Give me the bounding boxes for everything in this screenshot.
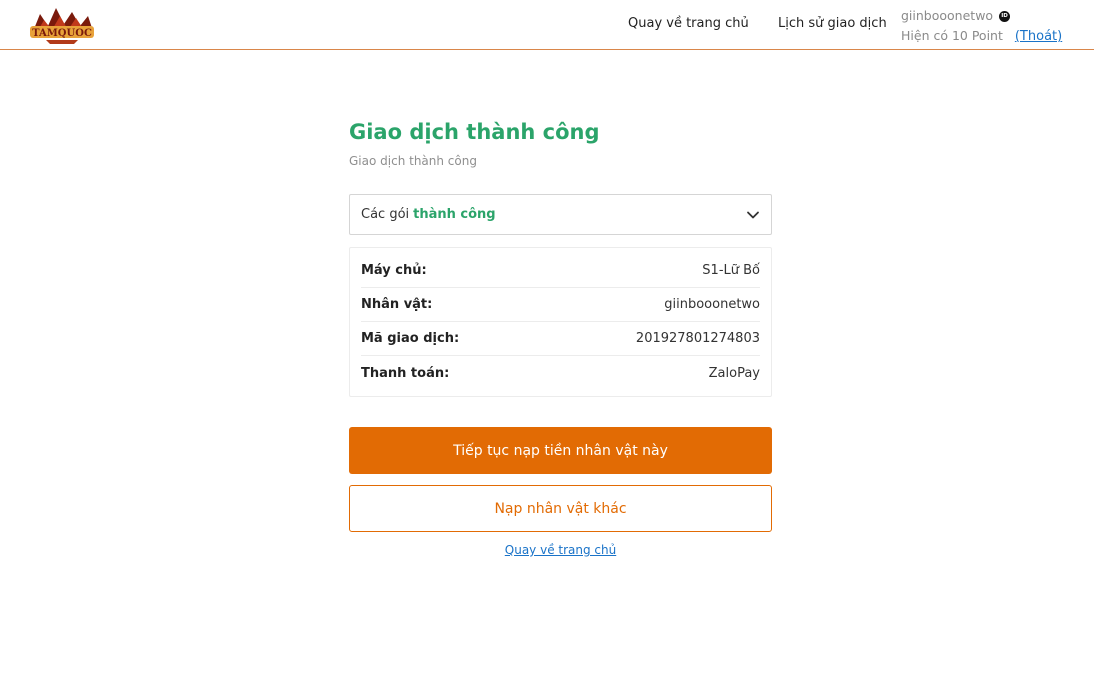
page-title: Giao dịch thành công <box>349 120 600 144</box>
detail-row-payment: Thanh toán: ZaloPay <box>361 356 760 390</box>
id-badge-icon[interactable]: ID <box>999 10 1011 22</box>
chevron-down-icon <box>747 211 759 219</box>
detail-label: Thanh toán: <box>361 365 450 381</box>
detail-value: S1-Lữ Bố <box>702 263 760 278</box>
svg-text:TAMQUOC: TAMQUOC <box>32 28 92 39</box>
top-header: TAMQUOC Quay về trang chủ Lịch sử giao d… <box>0 0 1094 50</box>
nav-home-link[interactable]: Quay về trang chủ <box>628 16 749 31</box>
nav-history-link[interactable]: Lịch sử giao dịch <box>778 16 887 31</box>
page-subtitle: Giao dịch thành công <box>349 154 477 168</box>
main-content: Giao dịch thành công Giao dịch thành côn… <box>349 118 772 557</box>
detail-label: Máy chủ: <box>361 263 427 278</box>
user-line: giinbooonetwo ID <box>901 6 1087 26</box>
back-home-link[interactable]: Quay về trang chủ <box>349 543 772 557</box>
dropdown-prefix: Các gói <box>361 207 410 222</box>
package-dropdown[interactable]: Các gói thành công <box>349 194 772 235</box>
logout-link[interactable]: (Thoát) <box>1015 29 1062 44</box>
detail-value: giinbooonetwo <box>664 297 760 312</box>
dropdown-highlight: thành công <box>413 207 496 222</box>
username: giinbooonetwo <box>901 8 994 23</box>
detail-value: ZaloPay <box>708 365 760 381</box>
detail-row-character: Nhân vật: giinbooonetwo <box>361 288 760 322</box>
continue-topup-button[interactable]: Tiếp tục nạp tiền nhân vật này <box>349 427 772 474</box>
game-logo-icon[interactable]: TAMQUOC <box>26 4 98 46</box>
points-text: Hiện có 10 Point <box>901 28 1003 43</box>
detail-label: Nhân vật: <box>361 297 433 312</box>
transaction-details: Máy chủ: S1-Lữ Bố Nhân vật: giinbooonetw… <box>349 247 772 397</box>
detail-row-server: Máy chủ: S1-Lữ Bố <box>361 254 760 288</box>
detail-row-transaction-id: Mã giao dịch: 201927801274803 <box>361 322 760 356</box>
detail-value: 201927801274803 <box>635 331 760 346</box>
points-line: Hiện có 10 Point (Thoát) <box>901 26 1087 47</box>
user-info: giinbooonetwo ID Hiện có 10 Point (Thoát… <box>901 6 1087 47</box>
topup-other-character-button[interactable]: Nạp nhân vật khác <box>349 485 772 532</box>
detail-label: Mã giao dịch: <box>361 331 460 346</box>
